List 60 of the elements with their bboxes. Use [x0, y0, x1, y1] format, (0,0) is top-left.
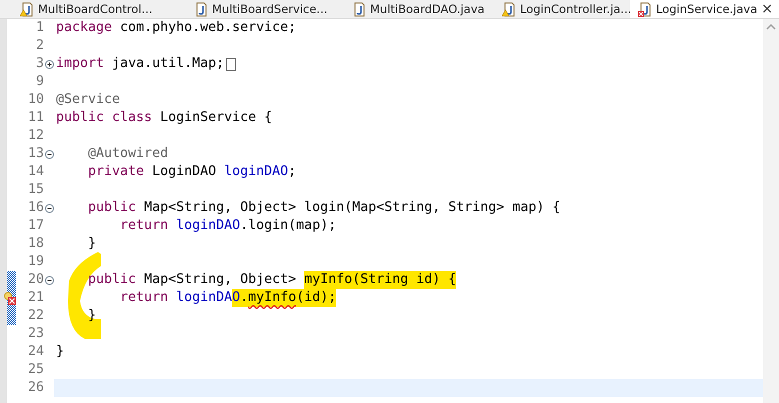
- line-number: 25: [28, 362, 44, 377]
- code-token: .: [240, 289, 248, 307]
- collapse-icon[interactable]: [44, 204, 54, 212]
- editor-tab[interactable]: LoginService.java ×: [630, 0, 779, 18]
- code-token: public: [87, 271, 136, 289]
- editor-tab[interactable]: MultiBoardService...: [172, 0, 330, 18]
- line-number: 15: [28, 182, 44, 197]
- line-number: 10: [28, 92, 44, 107]
- code-token: public class: [56, 109, 152, 127]
- line-number: 2: [36, 38, 44, 53]
- code-token: myInfo: [248, 289, 296, 307]
- line-number: 23: [28, 326, 44, 341]
- expand-icon[interactable]: [44, 60, 54, 68]
- collapse-icon[interactable]: [44, 150, 54, 158]
- collapse-icon[interactable]: [44, 276, 54, 284]
- code-token: }: [56, 343, 64, 361]
- line-number: 17: [28, 218, 44, 233]
- line-number: 19: [28, 254, 44, 269]
- line-number: 18: [28, 236, 44, 251]
- line-number: 14: [28, 164, 44, 179]
- code-token: return: [119, 289, 170, 307]
- vertical-scrollbar[interactable]: [763, 19, 779, 403]
- code-token: Map<String, Object>: [143, 271, 298, 289]
- code-token: public: [87, 199, 136, 217]
- code-token: LoginDAO: [151, 163, 218, 181]
- code-token: }: [87, 235, 96, 253]
- line-number: 16: [28, 200, 44, 215]
- line-number: 26: [28, 380, 44, 395]
- code-token: LoginService {: [159, 109, 272, 127]
- code-token: private: [87, 163, 144, 181]
- code-token: ;: [288, 163, 296, 181]
- line-number: 21: [28, 290, 44, 305]
- code-token: java.util.Map;: [111, 55, 224, 73]
- close-tab-button[interactable]: ×: [761, 1, 774, 17]
- line-number: 11: [28, 110, 44, 125]
- line-number: 22: [28, 308, 44, 323]
- line-number: 20: [28, 272, 44, 287]
- line-number: 13: [28, 146, 44, 161]
- code-token: Map<String, Object> login(Map<String, String> map) {: [143, 199, 560, 217]
- folded-code-box[interactable]: [226, 58, 236, 70]
- line-number: 12: [28, 128, 44, 143]
- code-token: (id);: [296, 289, 336, 307]
- code-token: package: [56, 19, 112, 37]
- code-token: loginDAO: [176, 217, 240, 235]
- line-number: 1: [36, 20, 44, 35]
- editor-tab[interactable]: MultiBoardControl...: [0, 0, 172, 18]
- code-token: .login(map);: [240, 217, 336, 235]
- code-token: return: [119, 217, 170, 235]
- code-token: import: [56, 55, 104, 73]
- code-token: O: [232, 289, 240, 307]
- code-token: @Service: [56, 91, 120, 109]
- code-token: myInfo(String id) {: [304, 271, 456, 289]
- code-token: loginDA: [176, 289, 232, 307]
- line-number: 3: [36, 56, 44, 71]
- error-marker-icon[interactable]: [4, 291, 16, 305]
- line-number: 9: [36, 74, 44, 89]
- code-token: loginDAO: [224, 163, 288, 181]
- line-number: 24: [28, 344, 44, 359]
- code-token: @Autowired: [87, 145, 168, 163]
- code-token: com.phyho.web.service;: [119, 19, 296, 37]
